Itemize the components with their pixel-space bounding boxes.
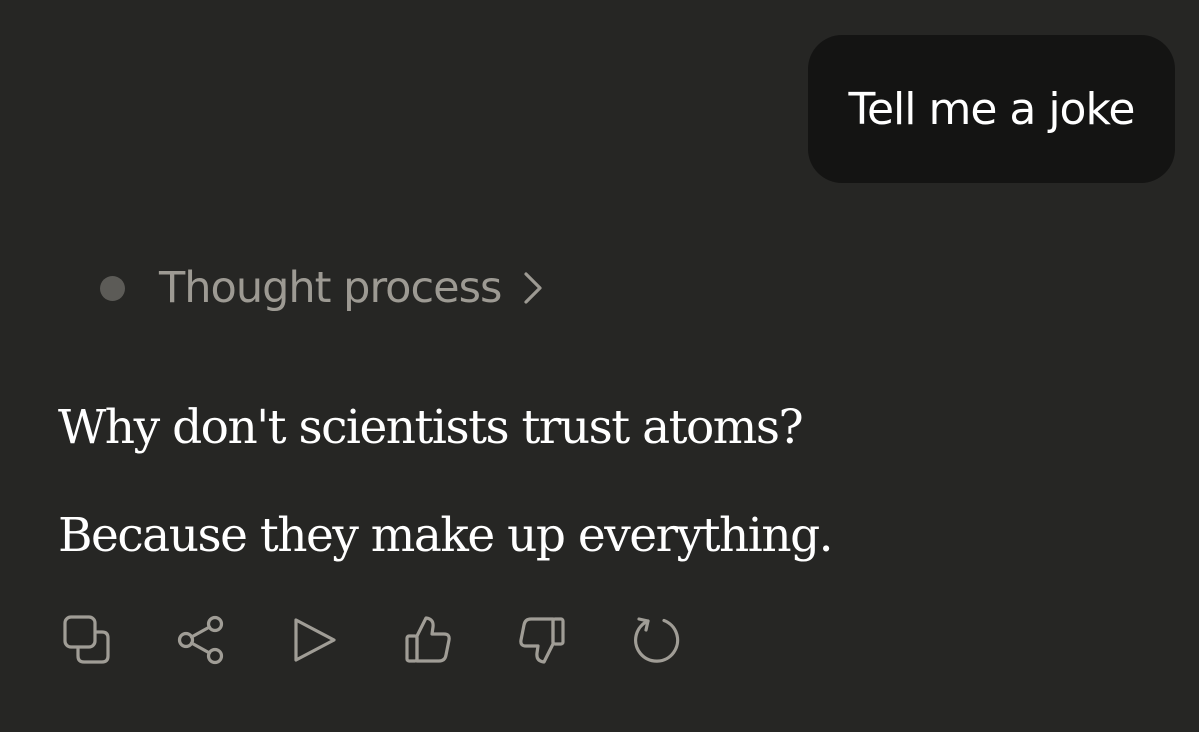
thought-process-toggle[interactable]: Thought process xyxy=(100,258,543,318)
play-icon xyxy=(294,618,336,662)
thought-status-dot xyxy=(100,275,125,301)
share-button[interactable] xyxy=(173,612,229,668)
assistant-message-line: Because they make up everything. xyxy=(58,508,834,563)
thumbs-down-icon xyxy=(519,617,565,664)
user-message-text: Tell me a joke xyxy=(848,83,1136,135)
copy-button[interactable] xyxy=(58,612,114,668)
assistant-message-line: Why don't scientists trust atoms? xyxy=(58,400,804,455)
chevron-right-icon xyxy=(523,271,543,305)
thumbs-up-icon xyxy=(405,616,451,663)
read-aloud-button[interactable] xyxy=(286,612,342,668)
thought-process-label: Thought process xyxy=(159,263,502,313)
share-icon xyxy=(177,615,224,665)
thumbs-down-button[interactable] xyxy=(514,612,570,668)
copy-icon xyxy=(63,615,110,664)
retry-icon xyxy=(634,617,680,663)
retry-button[interactable] xyxy=(628,612,684,668)
user-message-bubble: Tell me a joke xyxy=(808,35,1175,183)
thumbs-up-button[interactable] xyxy=(400,612,456,668)
